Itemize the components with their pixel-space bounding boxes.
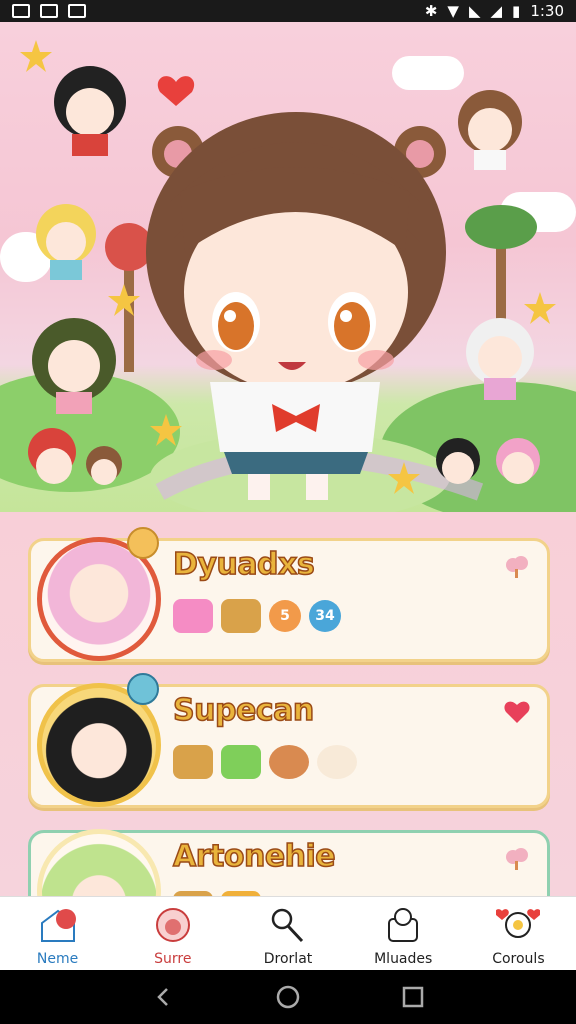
nav-label: Corouls: [492, 951, 545, 967]
status-bar: ✱ ▼ ◣ ◢ ▮ 1:30: [0, 0, 576, 22]
home-button-icon[interactable]: [276, 985, 300, 1009]
flower-icon[interactable]: [503, 553, 531, 579]
status-time: 1:30: [530, 2, 564, 20]
storage-icon: [388, 908, 419, 942]
magnifier-icon: [271, 908, 304, 943]
recents-icon[interactable]: [401, 985, 425, 1009]
network-icon: ◣: [468, 2, 481, 20]
treasure-chest-icon: [173, 745, 213, 779]
image-icon: [40, 4, 58, 18]
system-navigation-bar: [0, 970, 576, 1024]
nav-item-drorlat[interactable]: Drorlat: [230, 897, 345, 970]
back-icon[interactable]: [151, 985, 175, 1009]
character-name: Dyuadxs: [172, 546, 315, 583]
count-pill: 5: [269, 600, 301, 632]
bun-icon: [317, 745, 357, 779]
flower-icon: [496, 909, 541, 938]
home-icon: [40, 909, 76, 942]
nav-item-mluades[interactable]: Mluades: [346, 897, 461, 970]
characters-illustration: [20, 40, 556, 501]
count-pill: 34: [309, 600, 341, 632]
nav-item-corouls[interactable]: Corouls: [461, 897, 576, 970]
item-row: [173, 745, 357, 779]
face-icon: [155, 908, 190, 942]
nav-label: Mluades: [374, 951, 433, 967]
character-avatar: [37, 829, 161, 896]
treasure-chest-icon: [221, 599, 261, 633]
slime-icon: [221, 745, 261, 779]
character-card[interactable]: Dyuadxs 5 34: [28, 527, 550, 662]
meat-icon: [269, 745, 309, 779]
character-name: Artonehie: [172, 838, 336, 875]
coin-badge-icon: [127, 527, 159, 559]
bottom-navigation: Neme Surre Drorlat Mluades Corouls: [0, 896, 576, 970]
item-row: 5 34: [173, 599, 341, 633]
character-name: Supecan: [172, 692, 315, 729]
nav-item-neme[interactable]: Neme: [0, 897, 115, 970]
nav-label: Surre: [154, 951, 192, 967]
bluetooth-icon: ✱: [424, 2, 438, 20]
battery-icon: ▮: [512, 2, 521, 20]
gear-badge-icon: [127, 673, 159, 705]
app-icon: [68, 4, 86, 18]
flower-icon[interactable]: [503, 845, 531, 871]
character-list: Dyuadxs 5 34 Supecan Artonehie: [0, 512, 576, 896]
nav-label: Neme: [36, 951, 79, 967]
character-card[interactable]: Supecan: [28, 673, 550, 808]
notification-icon: [12, 4, 30, 18]
slime-icon: [173, 599, 213, 633]
heart-icon[interactable]: [503, 699, 531, 725]
wifi-icon: ▼: [447, 2, 459, 20]
nav-item-surre[interactable]: Surre: [115, 897, 230, 970]
signal-icon: ◢: [490, 2, 503, 20]
hero-banner: [0, 22, 576, 512]
character-card[interactable]: Artonehie: [28, 829, 550, 896]
nav-label: Drorlat: [263, 951, 313, 967]
